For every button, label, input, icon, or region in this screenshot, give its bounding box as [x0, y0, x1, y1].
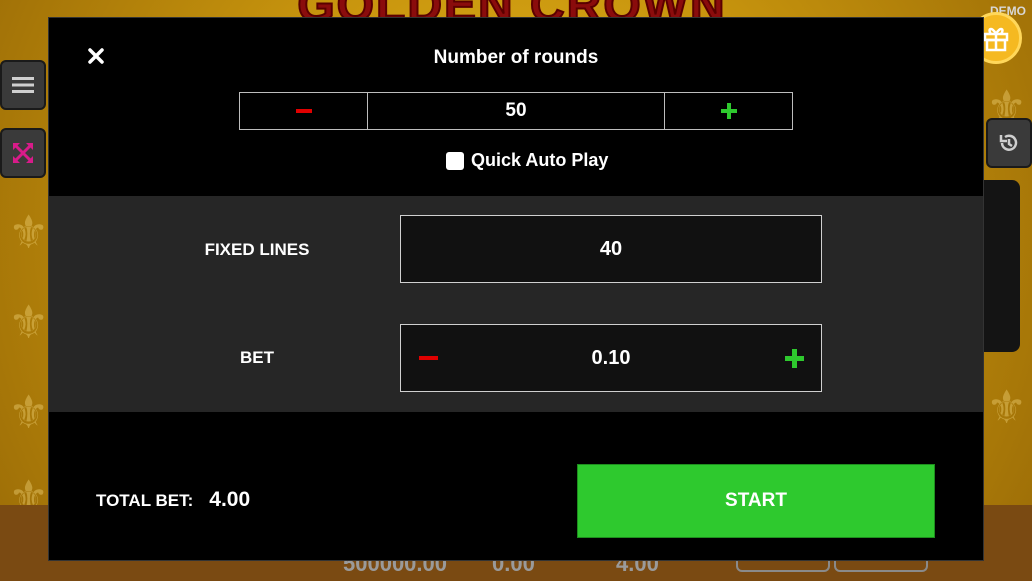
rounds-decrease-button[interactable] [240, 93, 368, 129]
total-bet: TOTAL BET: 4.00 [96, 488, 250, 512]
minus-icon [418, 356, 438, 360]
total-bet-label: TOTAL BET: [96, 491, 194, 510]
bet-value: 0.10 [591, 346, 631, 369]
total-bet-value: 4.00 [209, 488, 251, 511]
rounds-title: Number of rounds [433, 47, 599, 68]
fleur-de-lis-decoration: ⚜ [8, 295, 50, 349]
start-button[interactable]: START [577, 464, 935, 538]
plus-icon [784, 348, 804, 368]
bet-label: BET [240, 348, 274, 367]
bet-decrease-button[interactable] [405, 325, 451, 391]
history-icon [999, 134, 1018, 151]
checkbox-box[interactable] [446, 151, 464, 170]
history-button[interactable] [986, 118, 1032, 168]
menu-button[interactable] [0, 60, 46, 110]
autoplay-dialog: Number of rounds 50 Quick Auto Play FIXE… [48, 17, 984, 561]
fixed-lines-label: FIXED LINES [204, 240, 310, 259]
fleur-de-lis-decoration: ⚜ [8, 205, 50, 259]
bet-increase-button[interactable] [771, 325, 817, 391]
quick-autoplay-checkbox[interactable]: Quick Auto Play [446, 150, 608, 171]
fixed-lines-value: 40 [599, 237, 623, 260]
plus-icon [720, 103, 737, 119]
quick-autoplay-label: Quick Auto Play [471, 150, 609, 170]
rounds-stepper: 50 [239, 92, 793, 130]
rounds-value[interactable]: 50 [368, 93, 664, 129]
fullscreen-button[interactable] [0, 128, 46, 178]
minus-icon [295, 109, 312, 113]
bet-settings-panel: FIXED LINES 40 BET 0.10 [49, 196, 983, 412]
bet-stepper: 0.10 [400, 324, 822, 392]
gift-icon [983, 27, 1009, 52]
hamburger-menu-icon [12, 77, 34, 93]
fixed-lines-field: 40 [400, 215, 822, 283]
rounds-increase-button[interactable] [664, 93, 792, 129]
fleur-de-lis-decoration: ⚜ [986, 380, 1028, 434]
side-panel [984, 180, 1020, 352]
fullscreen-icon [13, 143, 33, 163]
fleur-de-lis-decoration: ⚜ [8, 385, 50, 439]
